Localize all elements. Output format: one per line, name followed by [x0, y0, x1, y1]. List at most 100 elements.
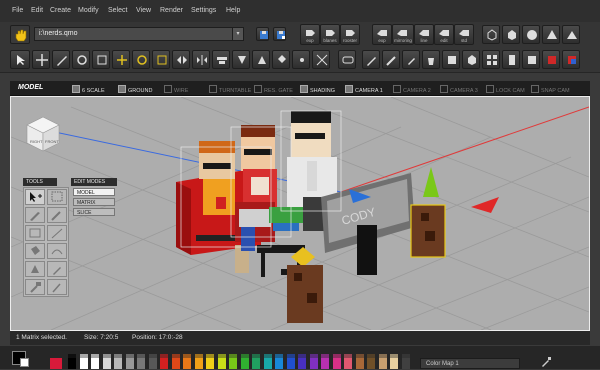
brush-button[interactable]: [382, 50, 400, 69]
toggle-snap-cam[interactable]: SNAP CAM: [531, 85, 570, 94]
palette-swatch-shade[interactable]: [217, 354, 226, 358]
voxel-tower-button[interactable]: [502, 50, 520, 69]
resize-button[interactable]: [312, 50, 330, 69]
palette-swatch-shade[interactable]: [252, 354, 260, 358]
menu-help[interactable]: Help: [226, 7, 240, 14]
line-button[interactable]: line: [414, 24, 434, 45]
edit-mode-matrix[interactable]: MATRIX: [73, 198, 115, 206]
view-cube[interactable]: RIGHT FRONT: [23, 113, 63, 153]
palette-swatch-shade[interactable]: [390, 354, 398, 358]
paint-button[interactable]: [442, 50, 460, 69]
palette-swatch[interactable]: [148, 358, 157, 369]
toggle-wire[interactable]: WIRE: [164, 85, 188, 94]
palette-swatch-shade[interactable]: [275, 354, 283, 358]
menu-file[interactable]: File: [12, 7, 23, 14]
palette-swatch-shade[interactable]: [240, 354, 249, 358]
palette-swatch[interactable]: [390, 358, 398, 369]
toggle-camera-3[interactable]: CAMERA 3: [440, 85, 478, 94]
scale-tool-button[interactable]: [92, 50, 110, 69]
palette-swatch-shade[interactable]: [160, 354, 168, 358]
palette-swatch[interactable]: [229, 358, 237, 369]
palette-swatch-shade[interactable]: [102, 354, 111, 358]
blanes-button[interactable]: blanes: [320, 24, 340, 45]
palette-swatch[interactable]: [68, 358, 76, 369]
palette-swatch-shade[interactable]: [91, 354, 99, 358]
sphere-button[interactable]: [522, 25, 540, 44]
palette-swatch-shade[interactable]: [206, 354, 214, 358]
toggle-turntable[interactable]: TURNTABLE: [209, 85, 251, 94]
palette-swatch-shade[interactable]: [148, 354, 157, 358]
menu-edit[interactable]: Edit: [31, 7, 43, 14]
palette-swatch[interactable]: [275, 358, 283, 369]
mirror-tool-button[interactable]: [192, 50, 210, 69]
file-path-field[interactable]: i:\nerds.qmo: [34, 27, 244, 41]
palette-swatch[interactable]: [252, 358, 260, 369]
palette-swatch[interactable]: [114, 358, 122, 369]
toggle-camera-1[interactable]: CAMERA 1: [345, 85, 383, 94]
open-file-button[interactable]: [10, 25, 30, 44]
palette-swatch[interactable]: [217, 358, 226, 369]
palette-swatch-shade[interactable]: [401, 354, 410, 358]
eyedropper-icon[interactable]: [540, 356, 552, 368]
edit-mode-slice[interactable]: SLICE: [73, 208, 115, 216]
palette-swatch-shade[interactable]: [263, 354, 272, 358]
palette-swatch-shade[interactable]: [309, 354, 318, 358]
select-tool-button[interactable]: [10, 50, 30, 69]
align-button[interactable]: [212, 50, 230, 69]
tool-pick[interactable]: [47, 279, 67, 295]
toggle-shading[interactable]: SHADING: [300, 85, 335, 94]
eyedropper-button[interactable]: [402, 50, 420, 69]
multi-move-button[interactable]: [112, 50, 130, 69]
split-button[interactable]: [252, 50, 270, 69]
palette-swatch-shade[interactable]: [171, 354, 180, 358]
palette-swatch[interactable]: [102, 358, 111, 369]
tool-eyedropper[interactable]: [47, 261, 67, 277]
menu-render[interactable]: Render: [160, 7, 183, 14]
palette-swatch[interactable]: [263, 358, 272, 369]
view-toggle-button[interactable]: [338, 50, 356, 69]
palette-swatch[interactable]: [91, 358, 99, 369]
tool-brush[interactable]: [47, 207, 67, 223]
edit-mode-model[interactable]: MODEL: [73, 188, 115, 196]
palette-swatch-shade[interactable]: [194, 354, 203, 358]
tool-select[interactable]: [25, 189, 45, 205]
palette-swatch[interactable]: [321, 358, 329, 369]
merge-button[interactable]: [232, 50, 250, 69]
voxel-add-button[interactable]: [462, 50, 480, 69]
toggle-6-scale[interactable]: 6 SCALE: [72, 85, 105, 94]
palette-swatch-shade[interactable]: [114, 354, 122, 358]
menu-modify[interactable]: Modify: [78, 7, 99, 14]
3d-viewport[interactable]: CODY RIGHT FRONT TOOLS EDIT MODES MODEL …: [10, 96, 590, 331]
palette-swatch-shade[interactable]: [79, 354, 88, 358]
tool-box[interactable]: [25, 225, 45, 241]
active-color-chip[interactable]: [50, 358, 62, 369]
palette-swatch-shade[interactable]: [332, 354, 341, 358]
multi-scale-button[interactable]: [152, 50, 170, 69]
pencil-button[interactable]: [362, 50, 380, 69]
palette-swatch-shade[interactable]: [367, 354, 375, 358]
palette-swatch-shade[interactable]: [68, 354, 76, 358]
toggle-ground[interactable]: GROUND: [118, 85, 152, 94]
multi-rotate-button[interactable]: [132, 50, 150, 69]
save-as-button[interactable]: [273, 27, 286, 41]
palette-swatch[interactable]: [194, 358, 203, 369]
flip-button[interactable]: [172, 50, 190, 69]
pyramid-button[interactable]: [562, 25, 580, 44]
color-map-select[interactable]: Color Map 1: [420, 358, 520, 369]
palette-swatch[interactable]: [183, 358, 191, 369]
tool-extrude[interactable]: [25, 261, 45, 277]
palette-swatch-shade[interactable]: [137, 354, 145, 358]
palette-swatch-shade[interactable]: [378, 354, 387, 358]
palette-swatch[interactable]: [401, 358, 410, 369]
palette-swatch[interactable]: [137, 358, 145, 369]
palette-swatch-shade[interactable]: [125, 354, 134, 358]
palette-swatch[interactable]: [378, 358, 387, 369]
import-exp-button[interactable]: exp: [372, 24, 392, 45]
palette-swatch-shade[interactable]: [286, 354, 295, 358]
tool-fill[interactable]: [25, 243, 45, 259]
palette-swatch[interactable]: [332, 358, 341, 369]
palette-swatch[interactable]: [206, 358, 214, 369]
save-button[interactable]: [256, 27, 269, 41]
voxel-stack-button[interactable]: [522, 50, 540, 69]
palette-swatch-shade[interactable]: [229, 354, 237, 358]
